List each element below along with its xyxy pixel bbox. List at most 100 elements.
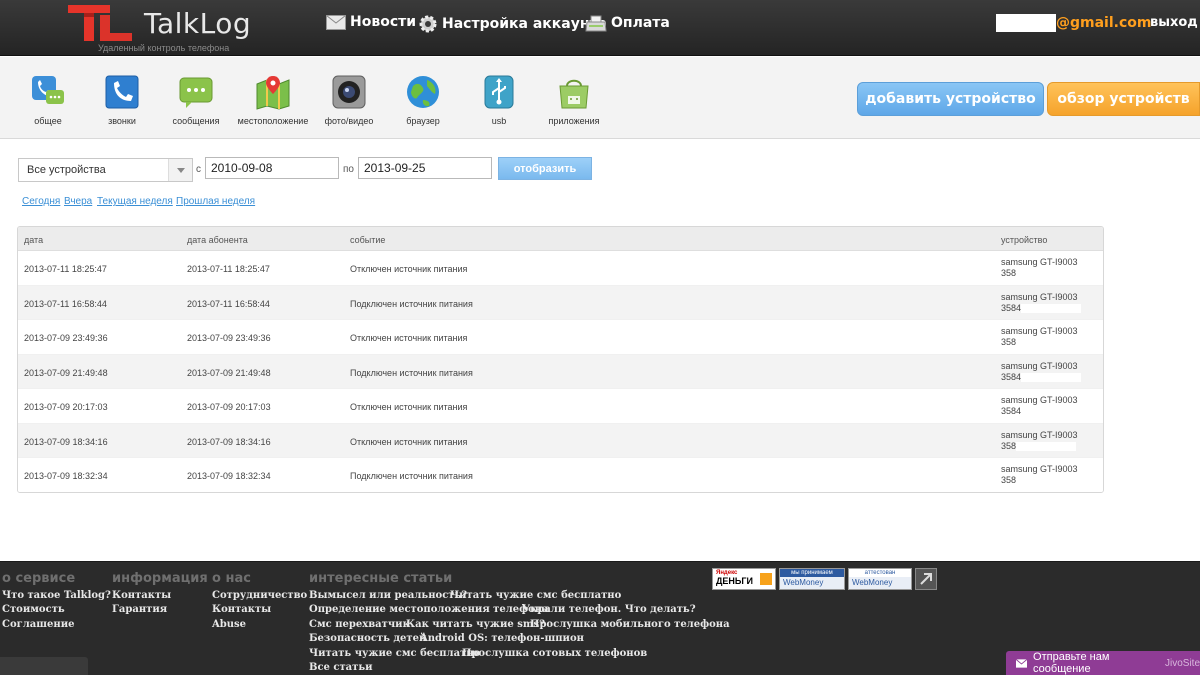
add-device-button[interactable]: добавить устройство	[857, 82, 1044, 116]
table-row[interactable]: 2013-07-09 21:49:48 2013-07-09 21:49:48 По…	[18, 354, 1103, 389]
col-event[interactable]: событие	[350, 235, 385, 245]
quick-yesterday-link[interactable]: Вчера	[64, 196, 92, 207]
brand-name[interactable]: TalkLog	[144, 7, 251, 40]
cell-date: 2013-07-11 16:58:44	[24, 298, 107, 309]
col-subscriber-date[interactable]: дата абонента	[187, 235, 248, 245]
tool-photo-video[interactable]: фото/видео	[313, 74, 385, 126]
footer-link-guarantee[interactable]: Гарантия	[112, 604, 167, 615]
footer-link-abuse[interactable]: Abuse	[212, 619, 246, 630]
table-row[interactable]: 2013-07-11 18:25:47 2013-07-11 18:25:47 От…	[18, 251, 1103, 286]
tool-usb[interactable]: usb	[463, 74, 535, 126]
tool-apps[interactable]: приложения	[538, 74, 610, 126]
webmoney-accept-badge[interactable]: мы принимаем WebMoney	[779, 568, 845, 590]
footer-link-agreement[interactable]: Соглашение	[2, 619, 75, 630]
jivosite-chat-button[interactable]: Отправьте нам сообщение JivoSite	[1006, 651, 1200, 675]
footer-link-price[interactable]: Стоимость	[2, 604, 65, 615]
article-link[interactable]: Украли телефон. Что делать?	[522, 604, 696, 615]
cell-device: samsung GT-I9003 358	[1001, 464, 1078, 486]
yandex-money-badge[interactable]: Яндекс ДЕНЬГИ	[712, 568, 776, 590]
tool-photo-video-label: фото/видео	[324, 116, 374, 126]
logout-link[interactable]: выход	[1150, 15, 1198, 30]
tool-general-label: общее	[34, 116, 62, 126]
external-arrow-icon	[920, 573, 932, 585]
webmoney-attested-badge[interactable]: аттестован WebMoney	[848, 568, 912, 590]
quick-last-week-link[interactable]: Прошлая неделя	[176, 196, 255, 207]
footer-link-contacts[interactable]: Контакты	[112, 590, 171, 601]
table-row[interactable]: 2013-07-09 18:34:16 2013-07-09 18:34:16 От…	[18, 423, 1103, 458]
device-id: 358	[1001, 475, 1017, 485]
device-model: samsung GT-I9003	[1001, 291, 1078, 302]
quick-today-link[interactable]: Сегодня	[22, 196, 60, 207]
cell-date: 2013-07-09 21:49:48	[24, 367, 108, 378]
article-link[interactable]: Вымысел или реальность?	[309, 590, 467, 601]
device-select[interactable]: Все устройства	[18, 158, 193, 182]
article-link[interactable]: Прослушка мобильного телефона	[530, 619, 730, 630]
col-device[interactable]: устройство	[1001, 235, 1047, 245]
cell-device: samsung GT-I9003 3584	[1001, 291, 1082, 314]
device-id: 358	[1001, 440, 1017, 451]
tool-apps-label: приложения	[548, 116, 600, 126]
quick-this-week-link[interactable]: Текущая неделя	[97, 196, 173, 207]
article-link[interactable]: Android OS: телефон-шпион	[420, 633, 584, 644]
cell-date: 2013-07-11 18:25:47	[24, 264, 107, 274]
wm2-badge-main: WebMoney	[852, 578, 893, 587]
article-link[interactable]: Как читать чужие sms?	[406, 619, 545, 630]
cell-subscriber-date: 2013-07-09 21:49:48	[187, 367, 271, 378]
device-id-redaction	[1021, 303, 1082, 313]
table-row[interactable]: 2013-07-11 16:58:44 2013-07-11 16:58:44 По…	[18, 285, 1103, 320]
nav-news[interactable]: Новости	[326, 14, 416, 30]
cell-date: 2013-07-09 20:17:03	[24, 402, 108, 412]
device-id: 3584	[1001, 406, 1022, 416]
tool-general[interactable]: общее	[12, 74, 84, 126]
date-to-input[interactable]	[358, 157, 492, 179]
footer-link-contacts-2[interactable]: Контакты	[212, 604, 271, 615]
envelope-icon	[326, 14, 346, 30]
article-link[interactable]: Смс перехватчик	[309, 619, 410, 630]
device-model: samsung GT-I9003	[1001, 326, 1078, 336]
phone-icon	[105, 75, 139, 109]
footer-link-what-is[interactable]: Что такое Talklog?	[2, 590, 111, 601]
device-id-redaction	[1016, 269, 1077, 279]
device-model: samsung GT-I9003	[1001, 429, 1078, 440]
article-link[interactable]: Безопасность детей	[309, 633, 426, 644]
tool-location[interactable]: местоположение	[237, 74, 309, 126]
chevron-down-icon[interactable]	[168, 159, 192, 181]
article-link[interactable]: Определение местоположения телефона	[309, 604, 549, 615]
wm1-badge-top: мы принимаем	[780, 569, 844, 577]
tool-messages-label: сообщения	[172, 116, 220, 126]
account-email[interactable]: @gmail.com	[996, 14, 1151, 32]
cell-event: Отключен источник питания	[350, 333, 468, 343]
nav-payment-label: Оплата	[611, 15, 670, 31]
article-link[interactable]: Прослушка сотовых телефонов	[462, 648, 647, 659]
cell-device: samsung GT-I9003 358	[1001, 430, 1078, 452]
nav-account-settings[interactable]: Настройка аккаунта	[418, 14, 607, 34]
table-row[interactable]: 2013-07-09 23:49:36 2013-07-09 23:49:36 От…	[18, 320, 1103, 355]
date-from-input[interactable]	[205, 157, 339, 179]
article-link[interactable]: Читать чужие смс бесплатно	[450, 590, 621, 601]
cell-event: Отключен источник питания	[350, 436, 468, 447]
tool-calls[interactable]: звонки	[86, 74, 158, 126]
general-icon	[32, 76, 64, 104]
chat-label: Отправьте нам сообщение	[1033, 651, 1110, 675]
chat-envelope-icon	[1016, 658, 1028, 668]
cell-event: Подключен источник питания	[350, 471, 473, 481]
messages-icon	[179, 77, 213, 108]
footer-link-cooperation[interactable]: Сотрудничество	[212, 590, 307, 601]
review-devices-button[interactable]: обзор устройств	[1047, 82, 1200, 116]
device-model: samsung GT-I9003	[1001, 257, 1078, 267]
device-model: samsung GT-I9003	[1001, 395, 1078, 405]
show-button[interactable]: отобразить	[498, 157, 592, 180]
col-date[interactable]: дата	[24, 235, 43, 245]
article-link[interactable]: Читать чужие смс бесплатно	[309, 648, 480, 659]
table-row[interactable]: 2013-07-09 20:17:03 2013-07-09 20:17:03 От…	[18, 389, 1103, 424]
device-id: 358	[1001, 268, 1017, 278]
article-link-all[interactable]: Все статьи	[309, 662, 373, 673]
cell-event: Подключен источник питания	[350, 367, 473, 378]
talklog-logo-icon[interactable]	[66, 3, 136, 43]
table-row[interactable]: 2013-07-09 18:32:34 2013-07-09 18:32:34 По…	[18, 458, 1103, 492]
tool-messages[interactable]: сообщения	[160, 74, 232, 126]
external-link-badge[interactable]	[915, 568, 937, 590]
device-model: samsung GT-I9003	[1001, 360, 1078, 371]
nav-payment[interactable]: Оплата	[585, 14, 670, 32]
tool-browser[interactable]: браузер	[387, 74, 459, 126]
